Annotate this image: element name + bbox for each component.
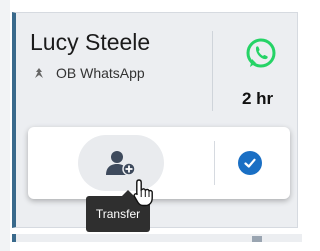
add-user-icon	[106, 151, 136, 176]
left-edge	[0, 0, 10, 251]
card-header: Lucy Steele OB WhatsApp 2 hr	[16, 13, 297, 123]
conversation-duration: 2 hr	[242, 89, 274, 108]
action-panel	[28, 127, 290, 199]
header-divider	[212, 31, 213, 111]
confirm-button[interactable]	[238, 151, 262, 175]
channel-row: OB WhatsApp	[32, 65, 145, 81]
whatsapp-icon	[246, 38, 276, 68]
channel-label: OB WhatsApp	[56, 65, 145, 81]
contact-name: Lucy Steele	[30, 29, 151, 55]
check-icon	[244, 158, 256, 168]
next-card-edge	[12, 234, 302, 242]
hand-pointer-icon	[133, 179, 153, 207]
action-divider	[214, 141, 215, 185]
outbound-arrow-icon	[35, 68, 43, 78]
